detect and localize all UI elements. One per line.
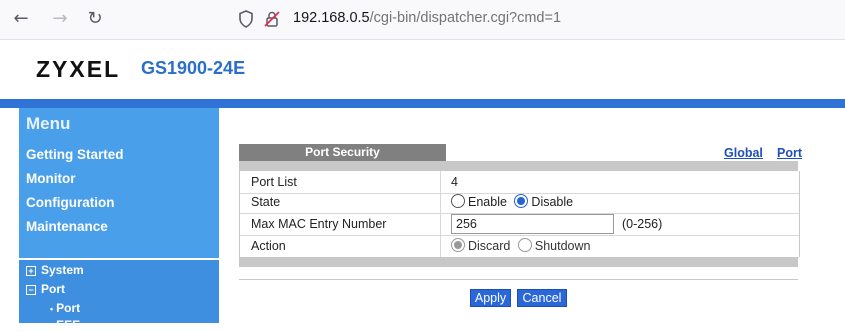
address-bar[interactable]: 192.168.0.5/cgi-bin/dispatcher.cgi?cmd=1 [293, 10, 561, 26]
menu-link-monitor[interactable]: Monitor [26, 171, 76, 186]
bullet-icon: • [50, 304, 54, 314]
tree-item-system[interactable]: + System [26, 263, 84, 277]
url-path: /cgi-bin/dispatcher.cgi?cmd=1 [369, 10, 562, 26]
menu-link-maintenance[interactable]: Maintenance [26, 219, 108, 234]
action-shutdown-text: Shutdown [534, 239, 591, 253]
tree-item-port-settings[interactable]: • Port [50, 301, 80, 315]
forward-icon[interactable]: → [49, 8, 71, 30]
sidebar: Menu Getting Started Monitor Configurati… [19, 108, 219, 332]
action-options: Discard Shutdown [451, 238, 590, 253]
collapse-icon[interactable]: − [26, 284, 36, 295]
table-bottom-bar [239, 257, 798, 267]
zyxel-logo: ZYXEL [36, 56, 121, 82]
tree-label-port-settings: Port [56, 301, 81, 315]
max-mac-range: (0-256) [622, 217, 663, 231]
max-mac-label: Max MAC Entry Number [251, 217, 387, 231]
shield-icon[interactable] [236, 9, 256, 29]
state-disable-option[interactable]: Disable [514, 194, 574, 209]
port-list-label: Port List [251, 175, 297, 189]
state-enable-option[interactable]: Enable [451, 194, 507, 209]
action-shutdown-option[interactable]: Shutdown [517, 238, 591, 253]
insecure-lock-icon[interactable] [262, 9, 282, 29]
max-mac-input[interactable]: 256 [451, 214, 614, 234]
tree-label-eee: EEE [56, 318, 81, 332]
tree-label-port: Port [41, 282, 65, 296]
expand-icon[interactable]: + [26, 265, 36, 276]
menu-link-getting-started[interactable]: Getting Started [26, 147, 124, 162]
navigation-tree: + System − Port • Port • EEE [19, 260, 219, 332]
state-enable-text: Enable [468, 195, 507, 209]
global-link[interactable]: Global [724, 146, 763, 160]
action-shutdown-radio[interactable] [517, 238, 532, 252]
reload-icon[interactable]: ↻ [84, 8, 106, 30]
menu-panel: Menu Getting Started Monitor Configurati… [19, 108, 219, 258]
tree-label-system: System [41, 263, 84, 277]
app-header [0, 40, 845, 99]
url-host: 192.168.0.5 [293, 10, 370, 26]
action-discard-option[interactable]: Discard [451, 238, 511, 253]
section-title-port-security: Port Security [239, 144, 446, 161]
action-discard-radio[interactable] [451, 238, 465, 252]
table-top-bar [239, 161, 798, 171]
action-discard-text: Discard [468, 239, 511, 253]
state-enable-radio[interactable] [451, 194, 465, 208]
menu-title: Menu [26, 114, 71, 133]
model-name: GS1900-24E [141, 58, 246, 78]
port-list-value: 4 [451, 175, 458, 189]
row-state: State Enable Disable [240, 191, 799, 214]
port-link[interactable]: Port [777, 146, 802, 160]
apply-button[interactable]: Apply [470, 289, 511, 307]
browser-toolbar: ← → ↻ 192.168.0.5/cgi-bin/dispatcher.cgi… [0, 0, 845, 40]
header-divider [0, 99, 845, 108]
action-label: Action [251, 239, 286, 253]
state-label: State [251, 195, 281, 209]
tree-item-eee[interactable]: • EEE [50, 318, 80, 332]
state-disable-text: Disable [531, 195, 574, 209]
tree-item-port[interactable]: − Port [26, 282, 65, 296]
back-icon[interactable]: ← [10, 8, 32, 30]
state-options: Enable Disable [451, 194, 573, 209]
form-separator [239, 279, 798, 280]
state-disable-radio[interactable] [514, 194, 529, 208]
row-action: Action Discard Shutdown [240, 235, 799, 258]
menu-link-configuration[interactable]: Configuration [26, 195, 114, 210]
row-max-mac: Max MAC Entry Number 256 (0-256) [240, 213, 799, 236]
port-security-form: Port List 4 State Enable Disable Max MAC… [239, 171, 800, 258]
cancel-button[interactable]: Cancel [517, 289, 567, 307]
